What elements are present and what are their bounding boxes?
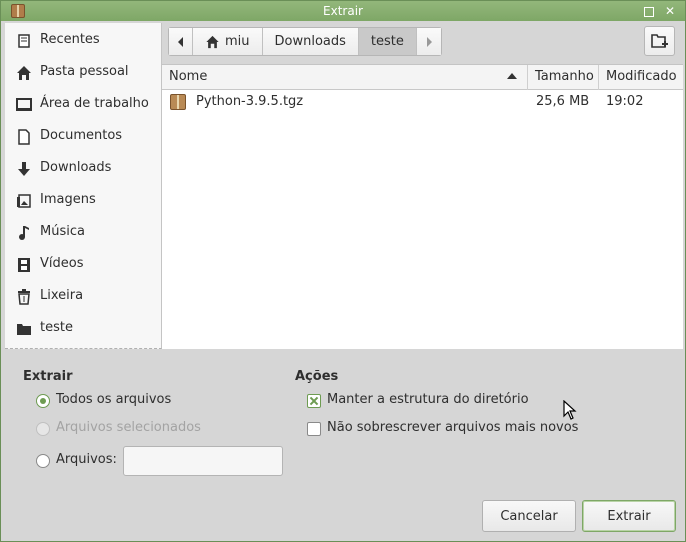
sidebar-item-label: teste <box>40 320 73 335</box>
archive-file-icon <box>170 94 186 110</box>
selected-files-radio <box>36 422 50 436</box>
file-list: Nome Tamanho Modificado Python-3.9.5.tgz… <box>162 64 683 349</box>
keep-structure-checkbox[interactable] <box>307 394 321 408</box>
archive-app-icon <box>11 4 25 18</box>
sidebar-item-label: Downloads <box>40 160 112 175</box>
sort-ascending-icon <box>507 73 517 79</box>
sidebar-item-pasta-pessoal[interactable]: Pasta pessoal <box>5 58 161 86</box>
desktop-icon <box>16 98 32 111</box>
path-crumb-label: miu <box>225 34 250 49</box>
chevron-left-icon <box>177 36 183 47</box>
window-title: Extrair <box>323 4 363 18</box>
keep-structure-label[interactable]: Manter a estrutura do diretório <box>327 392 529 407</box>
sidebar-item-label: Imagens <box>40 192 96 207</box>
extract-section-title: Extrair <box>23 369 73 384</box>
path-crumb-home[interactable]: miu <box>193 28 263 55</box>
trash-icon <box>18 289 30 305</box>
sidebar-item-label: Área de trabalho <box>40 96 149 111</box>
path-crumb-label: teste <box>370 34 404 49</box>
file-modified: 19:02 <box>606 94 644 109</box>
places-sidebar: Recentes Pasta pessoal Área de trabalho … <box>5 23 162 349</box>
path-crumb-downloads[interactable]: Downloads <box>262 28 359 55</box>
extract-button[interactable]: Extrair <box>582 500 676 532</box>
path-back-button[interactable] <box>169 28 193 55</box>
file-size: 25,6 MB <box>536 94 590 109</box>
all-files-label[interactable]: Todos os arquivos <box>56 392 171 407</box>
no-overwrite-checkbox[interactable] <box>307 422 321 436</box>
sidebar-item-label: Recentes <box>40 32 100 47</box>
extract-dialog: Extrair ✕ Recentes Pasta pessoal Área de… <box>0 0 686 542</box>
path-crumb-teste[interactable]: teste <box>358 28 417 55</box>
home-icon <box>206 35 219 48</box>
folder-new-icon <box>651 34 668 48</box>
path-crumb-label: Downloads <box>274 34 346 49</box>
sidebar-item-musica[interactable]: Música <box>5 218 161 246</box>
image-icon <box>17 194 31 208</box>
selected-files-label: Arquivos selecionados <box>56 420 201 435</box>
home-icon <box>17 66 31 80</box>
maximize-button[interactable] <box>641 4 655 18</box>
video-icon <box>18 258 30 272</box>
sidebar-item-label: Vídeos <box>40 256 84 271</box>
path-bar: miu Downloads teste <box>168 27 442 56</box>
files-pattern-radio[interactable] <box>36 454 50 468</box>
sidebar-item-teste[interactable]: teste <box>5 314 161 342</box>
all-files-radio[interactable] <box>36 394 50 408</box>
files-pattern-input[interactable] <box>123 446 283 476</box>
cancel-button[interactable]: Cancelar <box>482 500 576 532</box>
list-header: Nome Tamanho Modificado <box>162 65 683 90</box>
download-icon <box>18 162 30 176</box>
sidebar-item-label: Pasta pessoal <box>40 64 129 79</box>
close-button[interactable]: ✕ <box>663 4 677 18</box>
column-header-size[interactable]: Tamanho <box>528 65 599 90</box>
no-overwrite-label[interactable]: Não sobrescrever arquivos mais novos <box>327 420 578 435</box>
actions-section-title: Ações <box>295 369 339 384</box>
sidebar-item-downloads[interactable]: Downloads <box>5 154 161 182</box>
path-forward-button[interactable] <box>416 28 441 55</box>
sidebar-item-imagens[interactable]: Imagens <box>5 186 161 214</box>
title-bar[interactable]: Extrair ✕ <box>1 1 685 21</box>
sidebar-item-area-de-trabalho[interactable]: Área de trabalho <box>5 90 161 118</box>
sidebar-item-label: Música <box>40 224 85 239</box>
clock-icon <box>18 34 30 48</box>
sidebar-item-lixeira[interactable]: Lixeira <box>5 282 161 310</box>
table-row[interactable]: Python-3.9.5.tgz 25,6 MB 19:02 <box>162 90 683 114</box>
sidebar-item-videos[interactable]: Vídeos <box>5 250 161 278</box>
mouse-cursor-icon <box>563 400 577 420</box>
chevron-right-icon <box>426 36 432 47</box>
music-icon <box>19 226 29 240</box>
folder-icon <box>17 324 31 335</box>
sidebar-item-recentes[interactable]: Recentes <box>5 26 161 54</box>
sidebar-item-label: Lixeira <box>40 288 84 303</box>
column-header-name[interactable]: Nome <box>162 65 528 90</box>
document-icon <box>18 129 30 145</box>
files-pattern-label[interactable]: Arquivos: <box>56 452 117 467</box>
file-name: Python-3.9.5.tgz <box>196 94 304 109</box>
column-header-modified[interactable]: Modificado <box>599 65 683 90</box>
sidebar-item-label: Documentos <box>40 128 123 143</box>
sidebar-item-documentos[interactable]: Documentos <box>5 122 161 150</box>
new-folder-button[interactable] <box>644 26 675 56</box>
